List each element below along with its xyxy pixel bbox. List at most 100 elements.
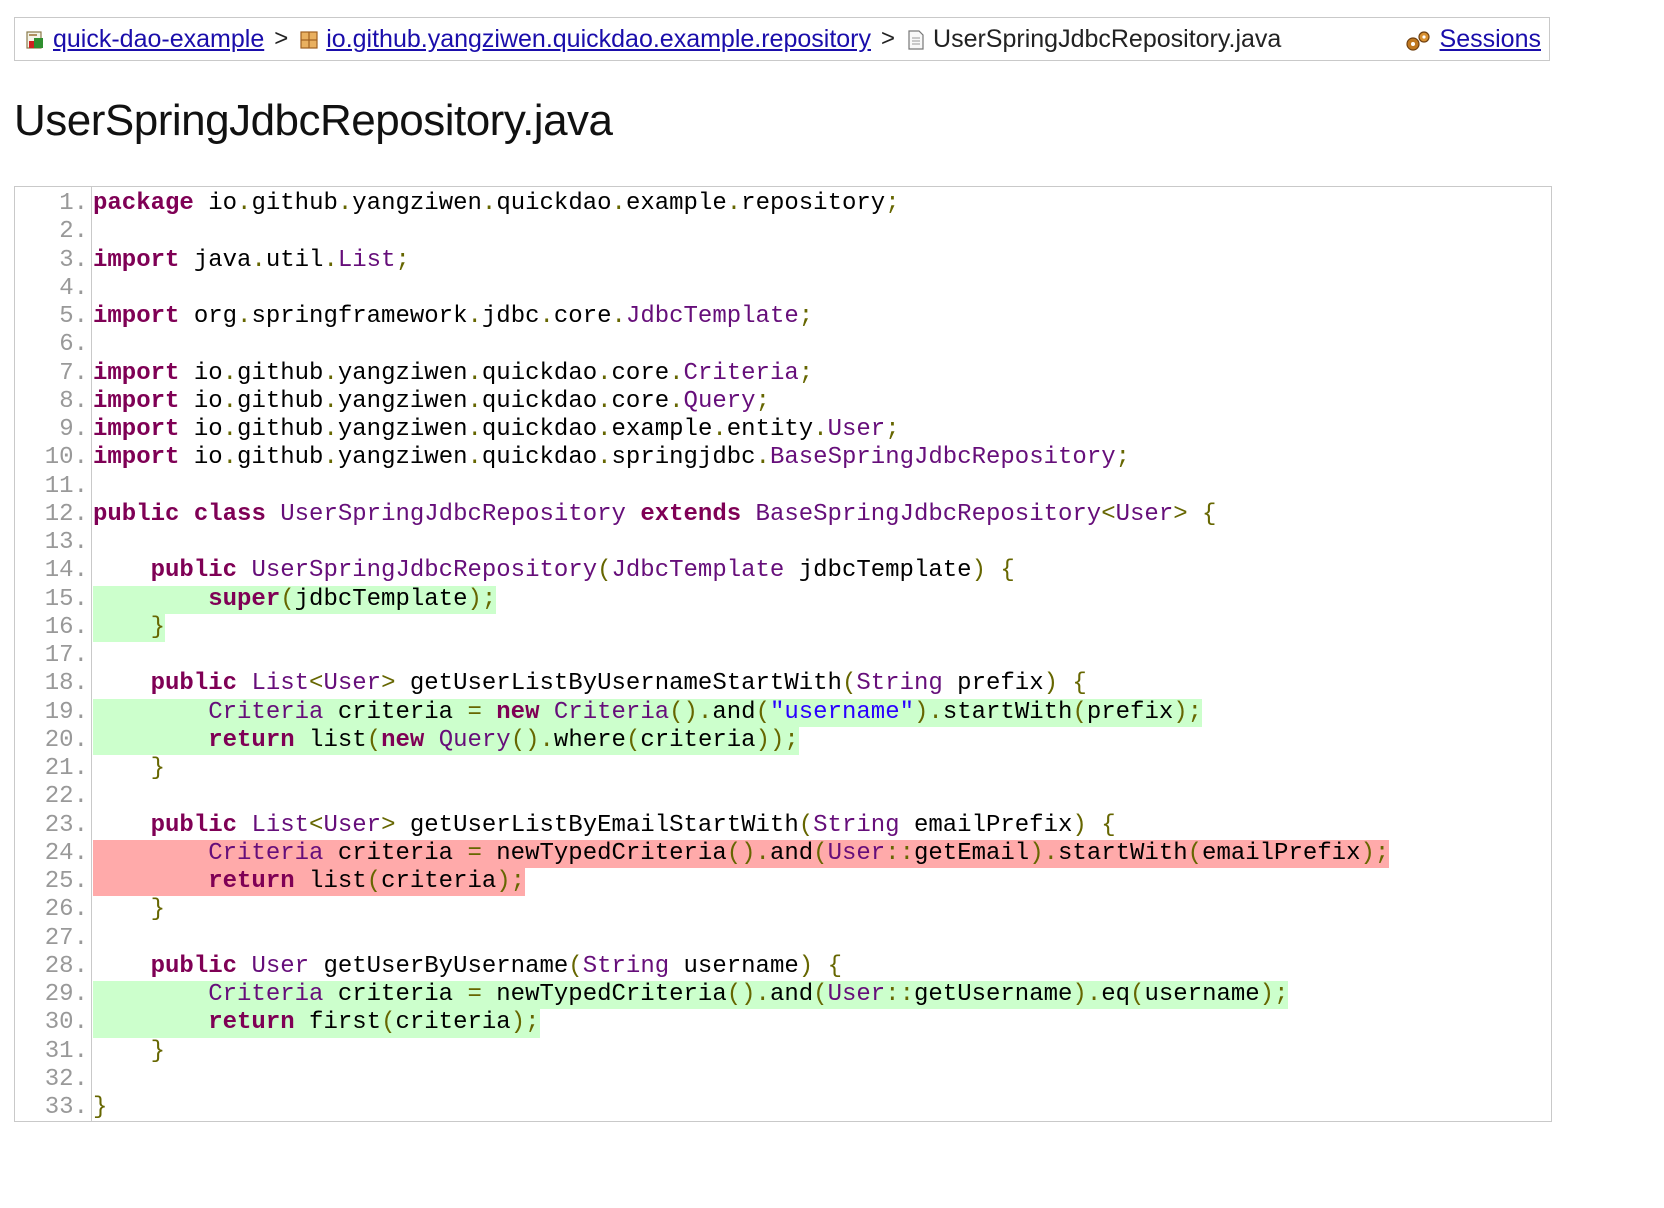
code-line: 28. public User getUserByUsername(String… [15, 953, 1551, 981]
code-token: criteria [323, 698, 468, 726]
line-number: 16. [44, 613, 88, 641]
code-token: io [179, 387, 223, 415]
uncovered-code: Criteria criteria = newTypedCriteria().a… [93, 839, 1390, 868]
project-link[interactable]: quick-dao-example [53, 25, 264, 54]
code-token: User [323, 811, 382, 839]
code-line: 25. return list(criteria); [15, 868, 1551, 897]
code-token: User [1115, 500, 1174, 528]
code-token: quickdao [481, 416, 598, 443]
line-number: 30. [44, 1009, 88, 1037]
code-line: 16. } [15, 613, 1551, 642]
code-token: list [294, 726, 367, 754]
breadcrumb-file: UserSpringJdbcRepository.java [905, 25, 1281, 54]
code-token: } [150, 896, 166, 924]
sessions-link-wrapper[interactable]: Sessions [1404, 25, 1541, 54]
source-code: } [93, 1038, 165, 1066]
line-number: 14. [44, 557, 88, 585]
code-token: ); [496, 868, 526, 895]
sessions-link[interactable]: Sessions [1440, 25, 1541, 54]
code-token: JdbcTemplate [625, 303, 799, 330]
code-line: 18. public List<User> getUserListByUsern… [15, 670, 1551, 698]
code-token: yangziwen [337, 359, 468, 387]
package-icon [298, 29, 318, 49]
code-token: { [827, 952, 842, 980]
code-token: quickdao [481, 444, 598, 472]
line-number: 5. [59, 303, 88, 330]
code-token: util [265, 246, 324, 274]
package-link[interactable]: io.github.yangziwen.quickdao.example.rep… [326, 25, 871, 54]
code-token: . [222, 359, 238, 387]
code-token: )); [755, 726, 799, 754]
code-token: { [1202, 500, 1217, 528]
code-token: list [294, 868, 367, 895]
code-token: ) [1043, 670, 1059, 698]
code-line: 2. [15, 218, 1551, 246]
code-token: . [669, 359, 684, 387]
source-code: } [93, 755, 165, 783]
code-token: ( [841, 670, 857, 698]
code-line: 32. [15, 1066, 1551, 1094]
code-token: } [150, 1037, 166, 1065]
code-token: . [337, 190, 353, 217]
breadcrumb-project[interactable]: quick-dao-example [25, 25, 264, 54]
code-line: 20. return list(new Query().where(criter… [15, 726, 1551, 755]
breadcrumb-package[interactable]: io.github.yangziwen.quickdao.example.rep… [298, 25, 871, 54]
code-token: User [323, 670, 382, 698]
code-token: org [179, 303, 238, 330]
code-line: 9. import io.github.yangziwen.quickdao.ex… [15, 416, 1551, 444]
code-token: github [237, 387, 324, 415]
code-token: ; [395, 246, 410, 274]
code-token: List [251, 811, 310, 839]
code-token: . [481, 190, 497, 217]
code-token: prefix [1086, 698, 1174, 726]
code-token: ). [1029, 839, 1059, 867]
code-token: BaseSpringJdbcRepository [755, 500, 1102, 528]
code-token: ( [625, 726, 641, 754]
code-token: ); [1360, 839, 1390, 867]
code-token: github [251, 190, 338, 217]
code-line: 27. [15, 925, 1551, 953]
covered-code: Criteria criteria = newTypedCriteria().a… [93, 981, 1289, 1010]
code-token: yangziwen [352, 190, 482, 217]
code-line: 10. import io.github.yangziwen.quickdao.s… [15, 444, 1551, 472]
code-line: 14. public UserSpringJdbcRepository(Jdbc… [15, 557, 1551, 585]
code-token: { [1072, 670, 1087, 698]
code-token: github [237, 359, 324, 387]
code-token: criteria [323, 981, 468, 1008]
code-token: import [93, 246, 180, 274]
code-token: . [813, 416, 828, 443]
code-token: core [553, 303, 612, 330]
code-token: :: [885, 839, 914, 867]
breadcrumb-separator: > [274, 25, 289, 52]
code-token: ). [914, 698, 943, 726]
code-token: (). [726, 839, 770, 867]
line-number: 12. [44, 500, 88, 528]
code-token: eq [1101, 981, 1131, 1008]
line-number: 32. [44, 1065, 88, 1093]
code-token: . [323, 444, 338, 472]
source-code-view: 1. package io.github.yangziwen.quickdao.e… [14, 186, 1552, 1122]
code-token: ; [798, 303, 814, 330]
covered-code: } [93, 613, 166, 642]
code-line: 17. [15, 642, 1551, 670]
code-token: List [251, 670, 310, 698]
code-token: ( [597, 557, 612, 585]
code-token: BaseSpringJdbcRepository [769, 444, 1116, 472]
code-token: String [582, 952, 670, 980]
covered-code: return list(new Query().where(criteria))… [93, 726, 799, 755]
source-code: import java.util.List; [93, 247, 410, 275]
code-token: Query [438, 726, 511, 754]
source-code: public List<User> getUserListByUsernameS… [93, 670, 1087, 698]
code-line: 24. Criteria criteria = newTypedCriteria… [15, 839, 1551, 868]
code-token: > [1173, 500, 1188, 528]
